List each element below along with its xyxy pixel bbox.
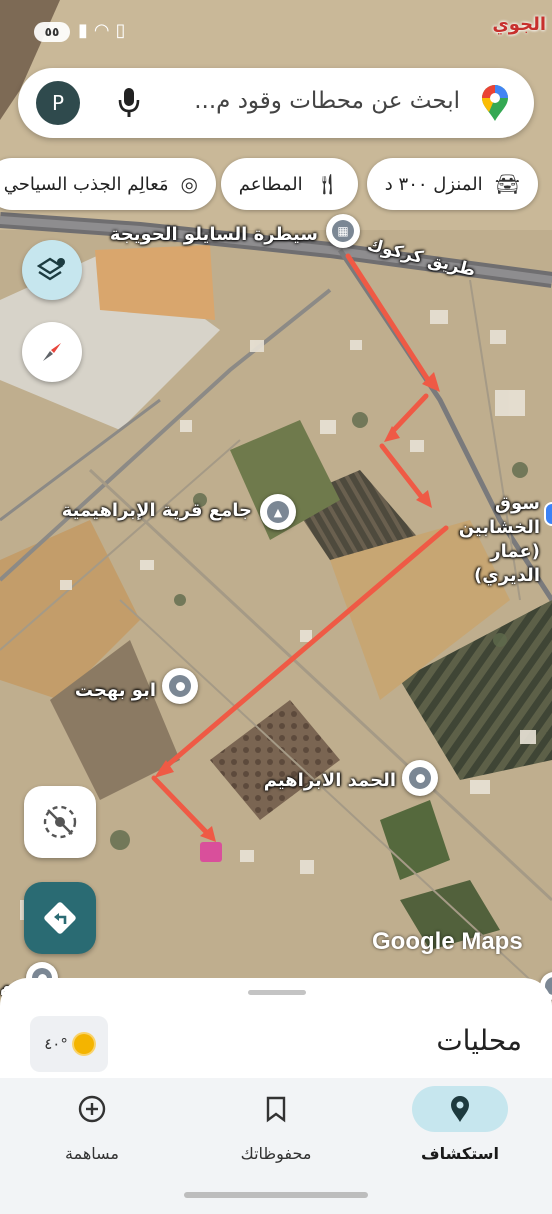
camera-icon: ◎ — [180, 172, 198, 196]
market-label-text: سوق الخشابين (عمار الديري) — [458, 493, 540, 586]
sheet-title: محليات — [436, 1024, 522, 1057]
mosque-pin-icon[interactable]: ▲ — [260, 494, 296, 530]
avatar[interactable]: P — [36, 81, 80, 125]
sheet-drag-handle[interactable] — [248, 990, 306, 995]
restaurant-icon: 🍴︎ — [314, 172, 340, 196]
chip-attractions-label: مَعالِم الجذب السياحي — [3, 173, 169, 195]
google-maps-logo: Google Maps — [372, 928, 523, 955]
explore-pin-icon — [451, 1096, 469, 1122]
directions-icon — [44, 902, 76, 934]
nav-contribute[interactable]: مساهمة — [0, 1078, 184, 1188]
nav-contribute-label: مساهمة — [65, 1144, 119, 1163]
nav-explore-pill — [412, 1086, 508, 1132]
wifi-icon: ◠ — [93, 20, 116, 41]
google-maps-pin-icon — [482, 85, 508, 121]
checkpoint-pin-icon[interactable]: ▦ — [326, 214, 360, 248]
compass-icon — [43, 343, 61, 361]
abu-bahjat-pin-icon[interactable] — [162, 668, 198, 704]
status-bar: ٥٥ ▮◠▯ — [0, 0, 552, 60]
mosque-label[interactable]: جامع قرية الإبراهيمية — [62, 500, 252, 521]
location-off-icon — [43, 805, 77, 839]
chip-home-label: المنزل ٣٠٠ د — [384, 173, 483, 195]
nav-explore[interactable]: استكشاف — [368, 1078, 552, 1188]
search-bar[interactable]: P ابحث عن محطات وقود م... — [18, 68, 534, 138]
directions-button[interactable] — [24, 882, 96, 954]
recenter-button[interactable] — [24, 786, 96, 858]
chip-home[interactable]: 🚘︎ المنزل ٣٠٠ د — [366, 158, 538, 210]
nav-saved[interactable]: محفوظاتك — [184, 1078, 368, 1188]
status-icons: ▮◠▯ — [78, 20, 132, 41]
add-circle-icon — [78, 1095, 106, 1123]
compass-button[interactable] — [22, 322, 82, 382]
nav-explore-label: استكشاف — [421, 1144, 499, 1163]
sun-icon — [73, 1034, 94, 1054]
hamad-pin-icon[interactable] — [402, 760, 438, 796]
microphone-icon[interactable] — [116, 86, 142, 120]
weather-temperature: ٤٠° — [44, 1035, 68, 1053]
signal-icon: ▮ — [78, 20, 94, 41]
bookmark-icon — [266, 1096, 286, 1123]
nav-saved-label: محفوظاتك — [240, 1144, 312, 1163]
layers-button[interactable] — [22, 240, 82, 300]
weather-chip[interactable]: ٤٠° — [30, 1016, 108, 1072]
vibrate-icon: ▯ — [115, 20, 132, 41]
battery-indicator: ٥٥ — [34, 22, 70, 42]
home-indicator[interactable] — [184, 1192, 368, 1198]
abu-bahjat-label[interactable]: ابو بهجت — [75, 680, 156, 701]
checkpoint-label[interactable]: سيطرة السايلو الحويجة — [110, 224, 318, 245]
hamad-label[interactable]: الحمد الابراهيم — [264, 770, 396, 791]
car-icon: 🚘︎ — [494, 172, 520, 196]
chip-restaurants-label: المطاعم — [238, 173, 303, 195]
destination-marker — [200, 842, 222, 862]
search-input[interactable]: ابحث عن محطات وقود م... — [194, 88, 460, 114]
layers-icon — [37, 257, 65, 281]
market-pin-icon[interactable] — [544, 502, 552, 526]
nav-contribute-pill — [44, 1086, 140, 1132]
market-label[interactable]: سوق الخشابين (عمار الديري) — [420, 492, 540, 588]
chip-restaurants[interactable]: 🍴︎ المطاعم — [220, 158, 358, 210]
nav-saved-pill — [228, 1086, 324, 1132]
chip-attractions[interactable]: ◎ مَعالِم الجذب السياحي — [0, 158, 216, 210]
